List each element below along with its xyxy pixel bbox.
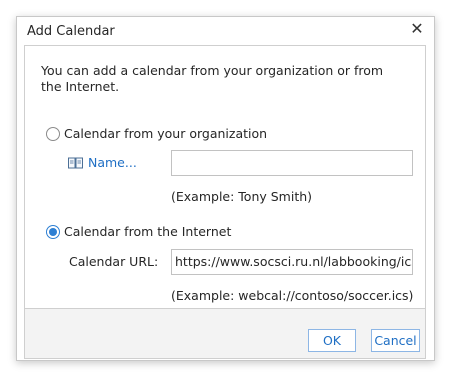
option-internet[interactable]: Calendar from the Internet: [46, 224, 231, 239]
cancel-button[interactable]: Cancel: [371, 329, 420, 352]
url-example-hint: (Example: webcal://contoso/soccer.ics): [171, 288, 414, 303]
dialog-body: You can add a calendar from your organiz…: [24, 45, 426, 309]
organization-radio-label: Calendar from your organization: [64, 126, 268, 141]
intro-text: You can add a calendar from your organiz…: [41, 63, 384, 94]
internet-radio-label: Calendar from the Internet: [64, 224, 232, 239]
name-example-hint: (Example: Tony Smith): [171, 189, 313, 204]
organization-radio[interactable]: [46, 126, 60, 141]
calendar-url-input[interactable]: https://www.socsci.ru.nl/labbooking/ics/: [171, 249, 413, 275]
name-input[interactable]: [171, 150, 413, 176]
close-icon[interactable]: ✕: [408, 20, 426, 38]
name-link-label: Name...: [88, 155, 137, 170]
name-link[interactable]: Name...: [68, 155, 137, 170]
ok-button[interactable]: OK: [308, 329, 356, 352]
dialog-title: Add Calendar: [27, 24, 115, 39]
dialog-titlebar: Add Calendar ✕: [17, 17, 434, 45]
address-book-icon: [68, 157, 83, 168]
option-organization[interactable]: Calendar from your organization: [46, 126, 267, 141]
calendar-url-label: Calendar URL:: [69, 254, 159, 269]
internet-radio[interactable]: [46, 224, 60, 239]
dialog-footer: OK Cancel: [24, 309, 426, 359]
add-calendar-dialog: Add Calendar ✕ You can add a calendar fr…: [16, 16, 435, 361]
